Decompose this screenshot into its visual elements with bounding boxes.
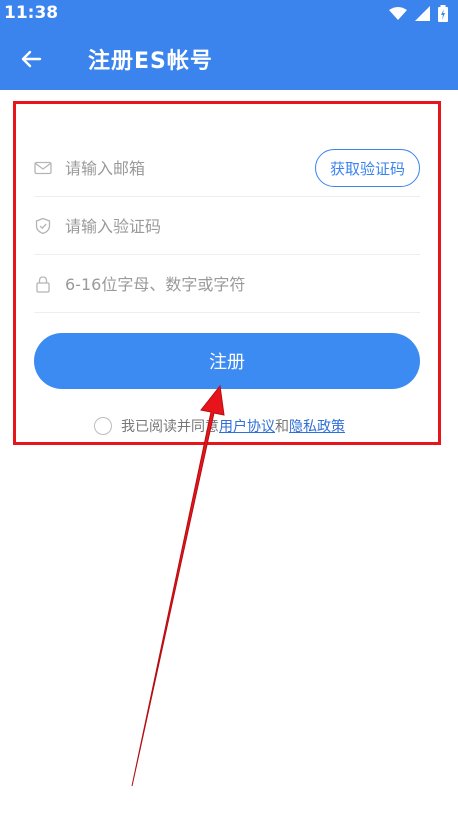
- battery-icon: [438, 5, 448, 22]
- password-input[interactable]: [65, 274, 420, 294]
- email-row: 获取验证码: [34, 140, 420, 197]
- get-code-button[interactable]: 获取验证码: [314, 149, 420, 187]
- status-bar: 11:38: [0, 0, 458, 28]
- agreement-checkbox[interactable]: [94, 417, 112, 435]
- user-agreement-link[interactable]: 用户协议: [219, 416, 275, 436]
- page-title: 注册ES帐号: [88, 49, 213, 74]
- agreement-prefix: 我已阅读并同意: [121, 419, 219, 435]
- wifi-icon: [389, 7, 407, 20]
- mail-icon: [34, 161, 52, 175]
- verification-code-input[interactable]: [65, 216, 420, 236]
- status-icons: [389, 5, 448, 22]
- annotation-arrow-icon: [131, 384, 225, 787]
- lock-icon: [36, 276, 50, 293]
- app-bar: 注册ES帐号: [0, 28, 458, 90]
- privacy-policy-link[interactable]: 隐私政策: [289, 416, 345, 436]
- register-button[interactable]: 注册: [34, 333, 420, 389]
- signal-icon: [415, 6, 430, 21]
- register-form: 获取验证码: [34, 140, 420, 313]
- code-row: [34, 198, 420, 255]
- agreement-row: 我已阅读并同意 用户协议 和 隐私政策: [94, 416, 345, 436]
- status-time: 11:38: [4, 3, 59, 23]
- password-row: [34, 256, 420, 313]
- back-arrow-icon[interactable]: [16, 44, 46, 74]
- shield-check-icon: [35, 217, 51, 235]
- agreement-connector: 和: [275, 419, 289, 435]
